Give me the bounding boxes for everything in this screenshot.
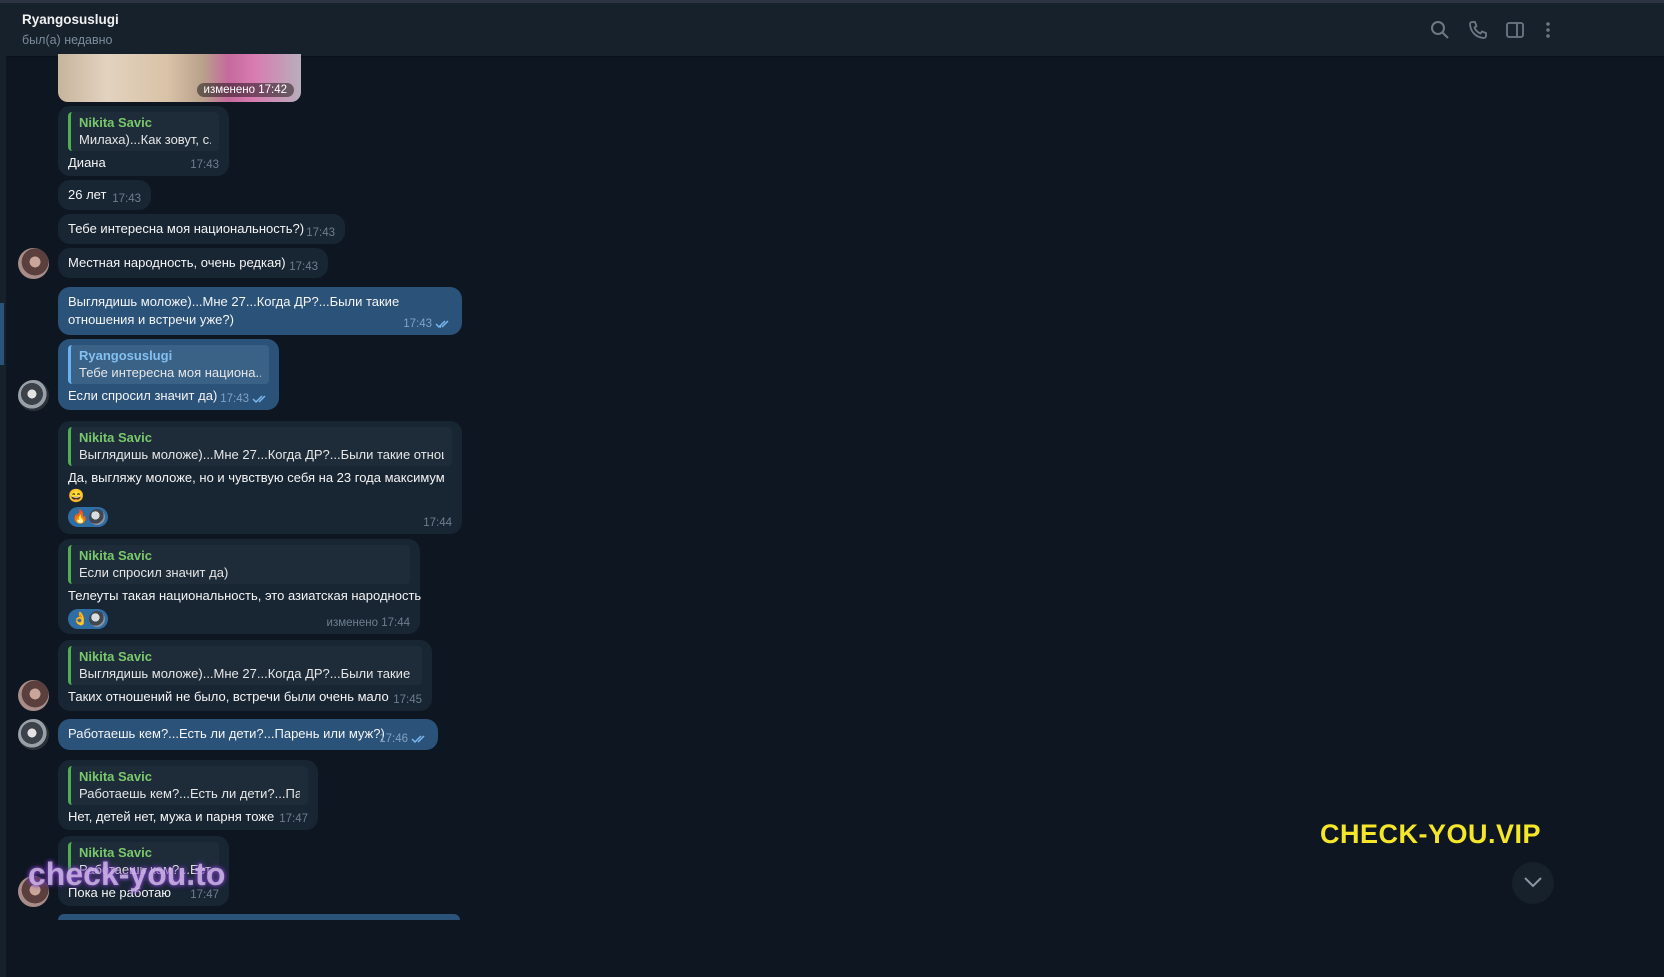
reply-text: Выглядишь моложе)...Мне 27...Когда ДР?..… (79, 666, 414, 681)
message-incoming[interactable]: Тебе интересна моя национальность?) 17:4… (58, 214, 345, 244)
message-text: Тебе интересна моя национальность?) (68, 221, 305, 236)
message-text: Местная народность, очень редкая) (68, 255, 286, 270)
message-outgoing[interactable]: Выглядишь моложе)...Мне 27...Когда ДР?..… (58, 287, 462, 335)
avatar[interactable] (18, 680, 49, 711)
message-time: 17:43 (112, 193, 141, 205)
scroll-to-bottom-button[interactable] (1512, 862, 1554, 904)
message-time: 17:43 (306, 227, 335, 239)
message-incoming[interactable]: Nikita Savic Работаешь кем?...Есть ли де… (58, 760, 318, 830)
message-outgoing-partial[interactable] (58, 914, 460, 920)
photo-message[interactable]: изменено 17:42 (58, 54, 301, 102)
reply-author: Nikita Savic (79, 430, 152, 445)
message-time: изменено 17:42 (196, 83, 294, 97)
message-text-line: Выглядишь моложе)...Мне 27...Когда ДР?..… (68, 294, 400, 309)
reaction-ok[interactable]: 👌 (68, 609, 108, 629)
reaction-fire[interactable]: 🔥 (68, 507, 108, 527)
chat-status: был(а) недавно (22, 33, 113, 47)
message-text: Телеуты такая национальность, это азиатс… (68, 588, 422, 603)
message-time: изменено 17:44 (326, 617, 410, 629)
chat-header: Ryangosuslugi был(а) недавно (6, 3, 1664, 57)
message-text: Таких отношений не было, встречи были оч… (68, 689, 389, 704)
left-panel-active-marker (0, 303, 4, 365)
message-text: Работаешь кем?...Есть ли дети?...Парень … (68, 726, 385, 741)
reply-text: Если спросил значит да) (79, 565, 229, 580)
reply-text: Тебе интересна моя национа... (79, 365, 261, 380)
message-outgoing[interactable]: Работаешь кем?...Есть ли дети?...Парень … (58, 719, 438, 750)
message-incoming[interactable]: Nikita Savic Если спросил значит да) Тел… (58, 539, 422, 634)
reply-author: Nikita Savic (79, 115, 152, 130)
avatar[interactable] (18, 248, 49, 279)
left-panel-edge (0, 3, 6, 977)
chat-title[interactable]: Ryangosuslugi (22, 12, 119, 27)
message-incoming[interactable]: 26 лет 17:43 (58, 180, 151, 210)
message-incoming[interactable]: Nikita Savic Выглядишь моложе)...Мне 27.… (58, 421, 462, 534)
emoji: 😄 (68, 488, 85, 503)
phone-icon[interactable] (1467, 19, 1489, 41)
chevron-down-icon (1524, 877, 1542, 888)
watermark: CHECK-YOU.VIP (1320, 819, 1542, 849)
message-text: Да, выгляжу моложе, но и чувствую себя н… (68, 470, 445, 485)
message-incoming[interactable]: Местная народность, очень редкая) 17:43 (58, 248, 328, 278)
reply-quote[interactable]: Nikita Savic Работаешь кем?...Есть ли де… (68, 766, 308, 805)
avatar[interactable] (18, 380, 49, 411)
reply-quote[interactable]: Nikita Savic Выглядишь моложе)...Мне 27.… (68, 646, 422, 685)
avatar[interactable] (18, 719, 49, 750)
message-time: 17:43 (220, 393, 249, 405)
reply-quote[interactable]: Ryangosuslugi Тебе интересна моя национа… (68, 345, 269, 384)
message-time: 17:43 (289, 261, 318, 273)
reply-quote[interactable]: Nikita Savic Милаха)...Как зовут, с... (68, 112, 219, 151)
double-check-icon (252, 395, 266, 404)
message-time: 17:46 (379, 733, 408, 745)
message-text: Нет, детей нет, мужа и парня тоже (68, 809, 275, 824)
message-incoming[interactable]: Nikita Savic Выглядишь моложе)...Мне 27.… (58, 640, 432, 711)
reply-quote[interactable]: Nikita Savic Выглядишь моложе)...Мне 27.… (68, 427, 452, 466)
message-outgoing[interactable]: Ryangosuslugi Тебе интересна моя национа… (58, 339, 279, 410)
reply-text: Милаха)...Как зовут, с... (79, 132, 211, 147)
message-time: 17:43 (190, 159, 219, 171)
sidebar-toggle-icon[interactable] (1504, 19, 1526, 41)
search-icon[interactable] (1429, 19, 1451, 41)
reactor-avatar (89, 611, 105, 627)
double-check-icon (411, 735, 425, 744)
more-vertical-icon[interactable] (1537, 19, 1559, 41)
reply-author: Nikita Savic (79, 769, 152, 784)
message-text-line: отношения и встречи уже?) (68, 312, 234, 327)
message-incoming[interactable]: Nikita Savic Милаха)...Как зовут, с... Д… (58, 106, 229, 176)
reply-author: Nikita Savic (79, 548, 152, 563)
reply-text: Выглядишь моложе)...Мне 27...Когда ДР?..… (79, 447, 444, 462)
message-time: 17:43 (403, 318, 432, 330)
message-time: 17:47 (279, 813, 308, 825)
reactor-avatar (89, 509, 105, 525)
reply-author: Ryangosuslugi (79, 348, 173, 363)
reply-author: Nikita Savic (79, 649, 152, 664)
reply-text: Работаешь кем?...Есть ли дети?...Пар... (79, 786, 300, 801)
message-time: 17:45 (393, 694, 422, 706)
reply-quote[interactable]: Nikita Savic Если спросил значит да) (68, 545, 410, 584)
double-check-icon (435, 320, 449, 329)
watermark: check-you.to (28, 856, 226, 892)
message-time: 17:44 (423, 517, 452, 529)
